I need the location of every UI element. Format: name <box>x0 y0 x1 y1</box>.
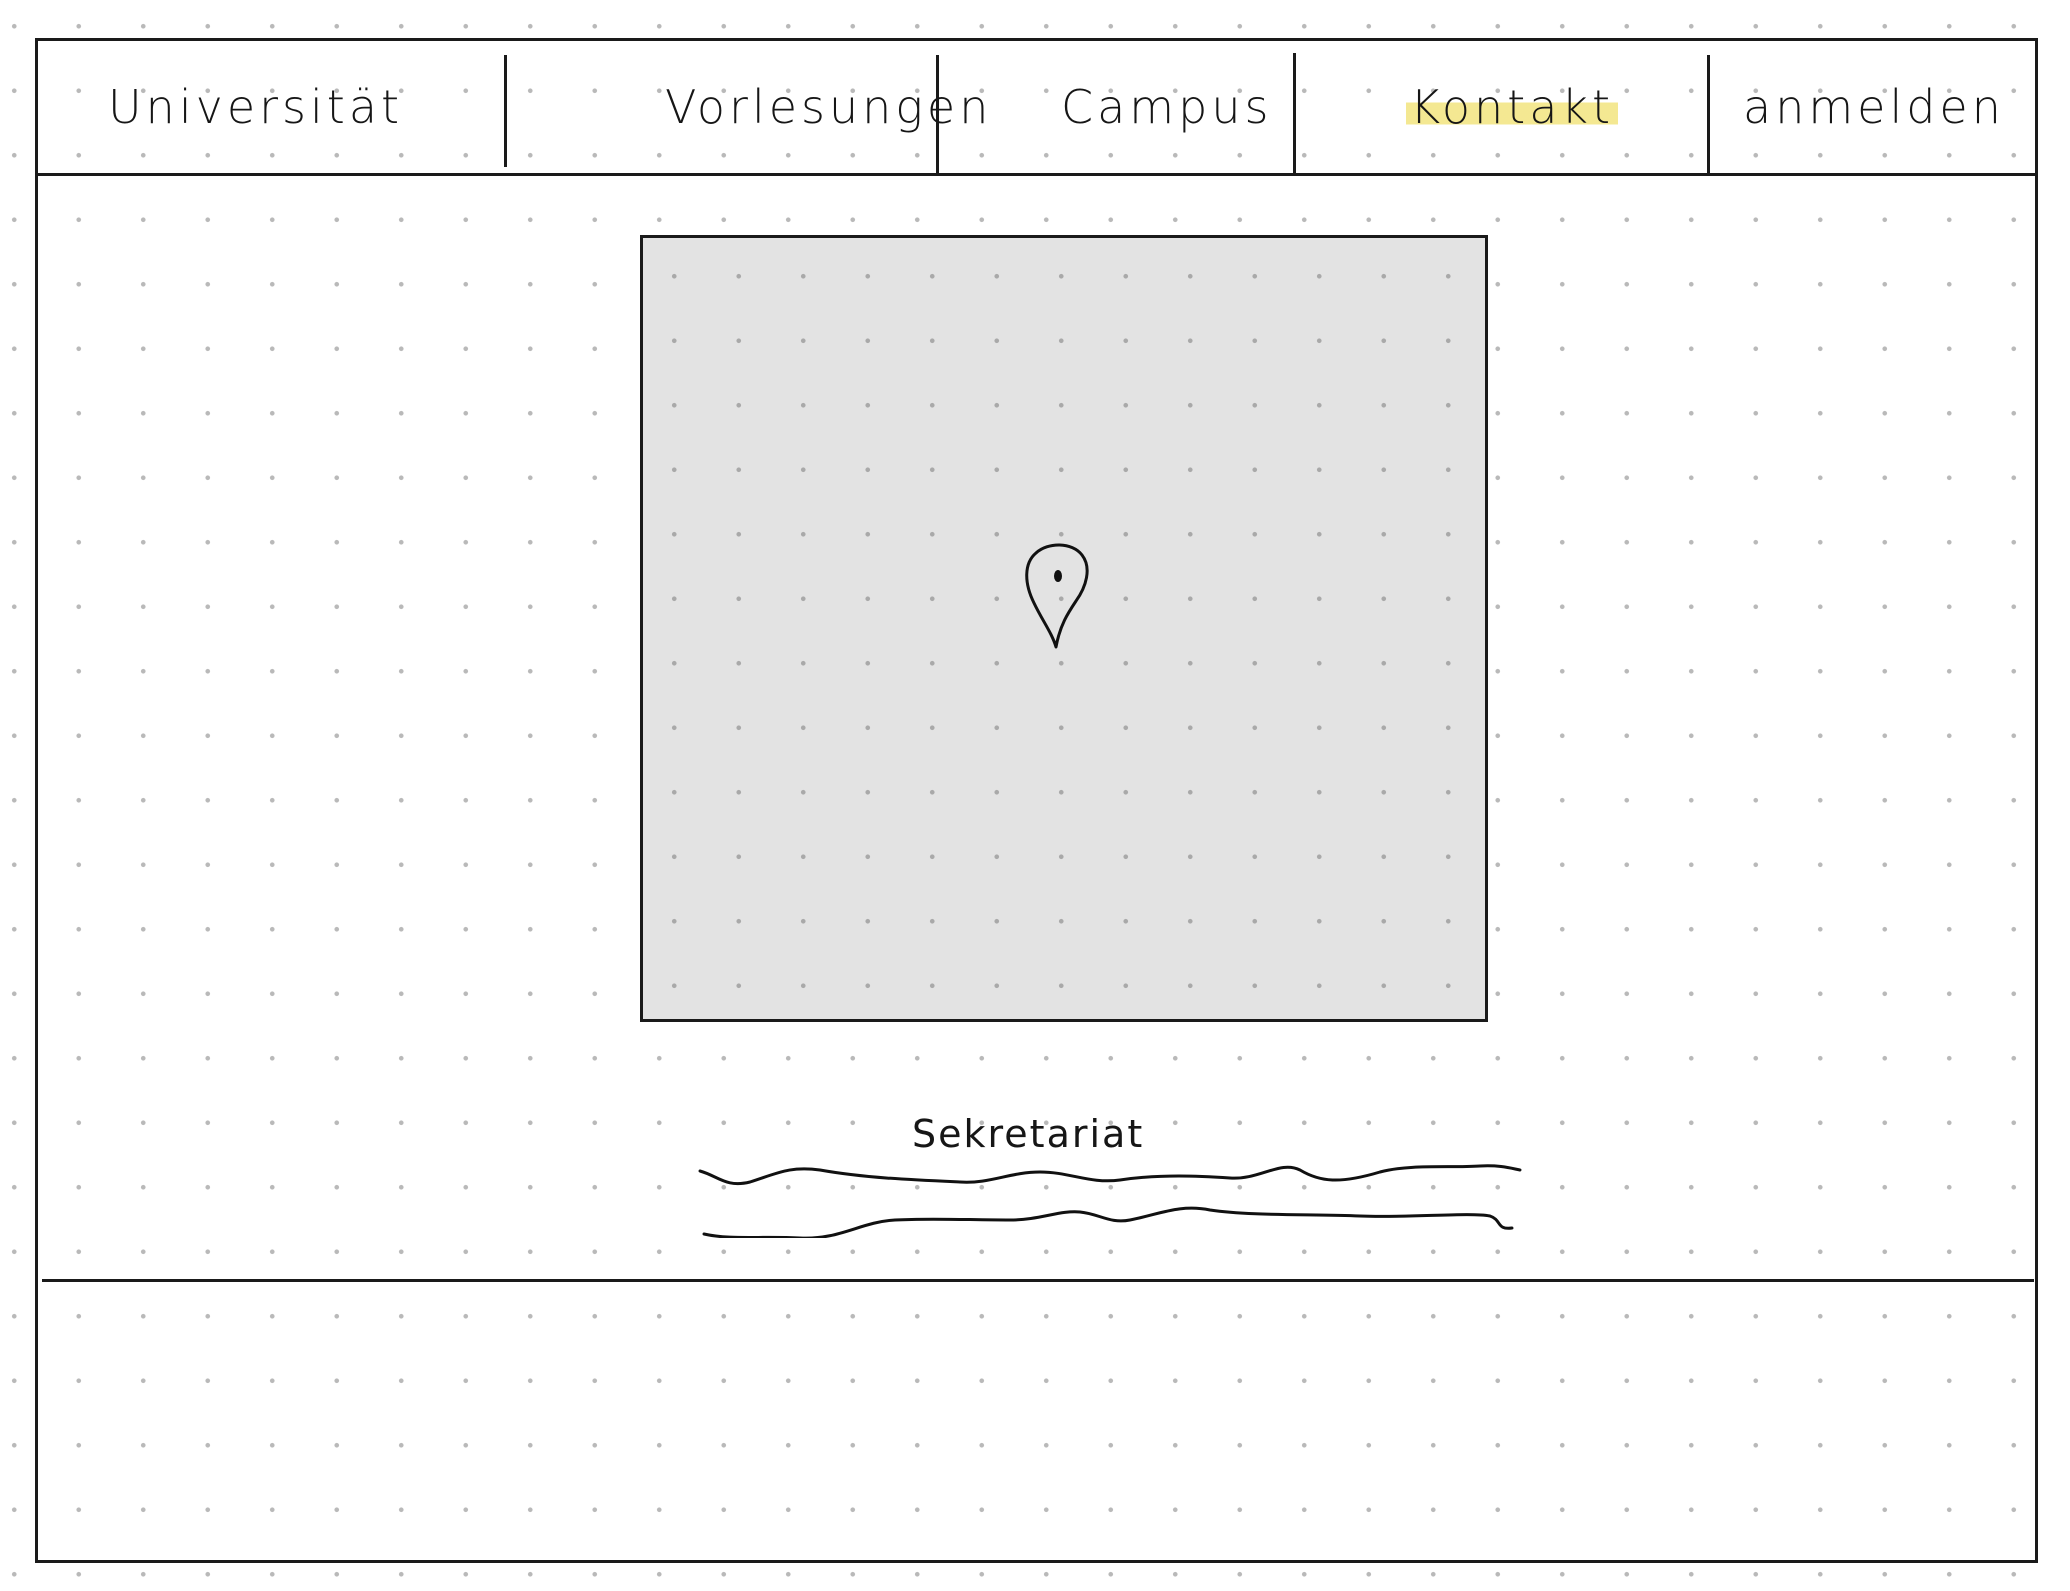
footer-divider <box>42 1279 2034 1282</box>
nav-divider <box>504 55 507 167</box>
login-label: anmelden <box>1743 80 2005 134</box>
nav-item-kontakt[interactable]: Kontakt <box>1406 41 1619 173</box>
map-pin-icon[interactable] <box>1012 525 1102 655</box>
navbar: Universität Vorlesungen Campus Kontakt a… <box>38 41 2035 176</box>
nav-divider <box>1707 55 1710 173</box>
contact-text-placeholder <box>698 1164 1522 1238</box>
brand-label: Universität <box>108 80 404 134</box>
nav-divider <box>1293 53 1296 173</box>
nav-item-vorlesungen[interactable]: Vorlesungen <box>665 41 992 173</box>
login-link[interactable]: anmelden <box>1743 41 2005 173</box>
nav-item-label: Campus <box>1061 80 1273 134</box>
nav-item-campus[interactable]: Campus <box>1061 41 1272 173</box>
nav-divider <box>936 55 939 173</box>
nav-item-label-active: Kontakt <box>1406 80 1619 134</box>
nav-item-label: Vorlesungen <box>665 80 993 134</box>
brand-logo[interactable]: Universität <box>108 41 403 173</box>
